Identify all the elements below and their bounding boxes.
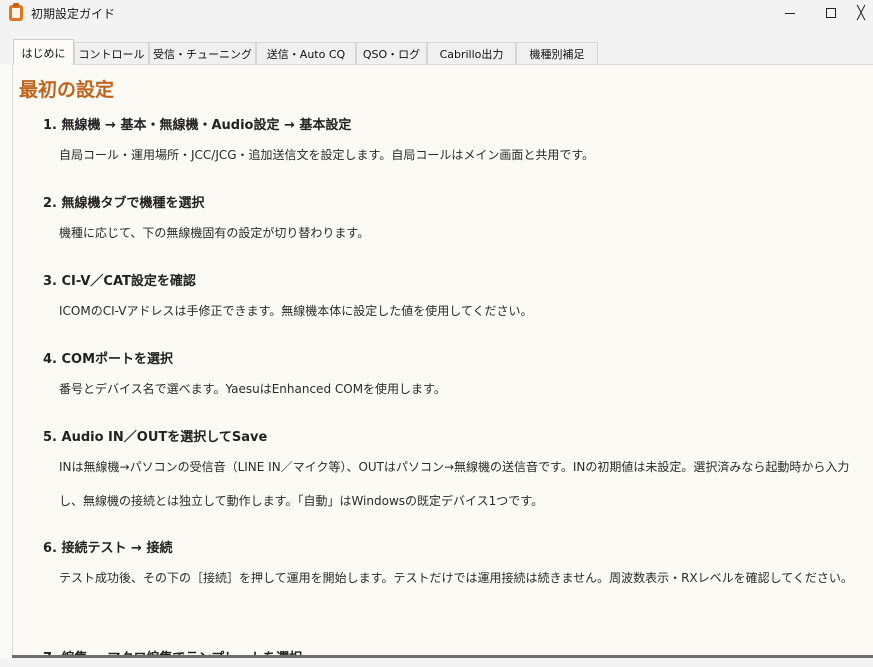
step-title: 5. Audio IN／OUTを選択してSave [43, 430, 268, 445]
minimize-button[interactable] [767, 0, 813, 26]
tab-cabrillo[interactable]: Cabrillo出力 [427, 42, 516, 64]
step-title: 1. 無線機 → 基本・無線機・Audio設定 → 基本設定 [43, 118, 352, 133]
guide-content[interactable]: 最初の設定 1. 無線機 → 基本・無線機・Audio設定 → 基本設定 自局コ… [12, 64, 873, 656]
close-icon: ╳ [857, 5, 865, 21]
step-body: テスト成功後、その下の［接続］を押して運用を開始します。テストだけでは運用接続は… [59, 571, 853, 585]
app-icon [9, 3, 23, 21]
step-body: 番号とデバイス名で選べます。YaesuはEnhanced COMを使用します。 [59, 382, 446, 396]
tab-intro[interactable]: はじめに [13, 39, 74, 65]
window-title: 初期設定ガイド [31, 7, 116, 21]
step-title: 3. CI-V／CAT設定を確認 [43, 274, 196, 289]
step-title: 2. 無線機タブで機種を選択 [43, 196, 205, 211]
step-title: 4. COMポートを選択 [43, 352, 174, 367]
minimize-icon [785, 12, 795, 14]
tab-transmit-autocq[interactable]: 送信・Auto CQ [256, 42, 356, 64]
maximize-icon [826, 8, 836, 18]
maximize-button[interactable] [808, 0, 854, 26]
tab-qso-log[interactable]: QSO・ログ [356, 42, 427, 64]
tab-receive-tuning[interactable]: 受信・チューニング [149, 42, 256, 64]
step-body: INは無線機→パソコンの受信音（LINE IN／マイク等）、OUTはパソコン→無… [59, 460, 850, 508]
tab-model-notes[interactable]: 機種別補足 [516, 42, 598, 64]
tab-control[interactable]: コントロール [74, 42, 149, 64]
step-body: 自局コール・運用場所・JCC/JCG・追加送信文を設定します。自局コールはメイン… [59, 148, 595, 162]
tab-strip: はじめに コントロール 受信・チューニング 送信・Auto CQ QSO・ログ … [0, 26, 873, 65]
window-bottom [0, 658, 873, 667]
title-bar: 初期設定ガイド ╳ [0, 0, 873, 26]
page-title: 最初の設定 [19, 79, 115, 101]
step-body: ICOMのCI-Vアドレスは手修正できます。無線機本体に設定した値を使用してくだ… [59, 304, 533, 318]
close-button[interactable]: ╳ [849, 0, 873, 26]
step-body: 機種に応じて、下の無線機固有の設定が切り替わります。 [59, 226, 370, 240]
step-title: 6. 接続テスト → 接続 [43, 541, 173, 556]
